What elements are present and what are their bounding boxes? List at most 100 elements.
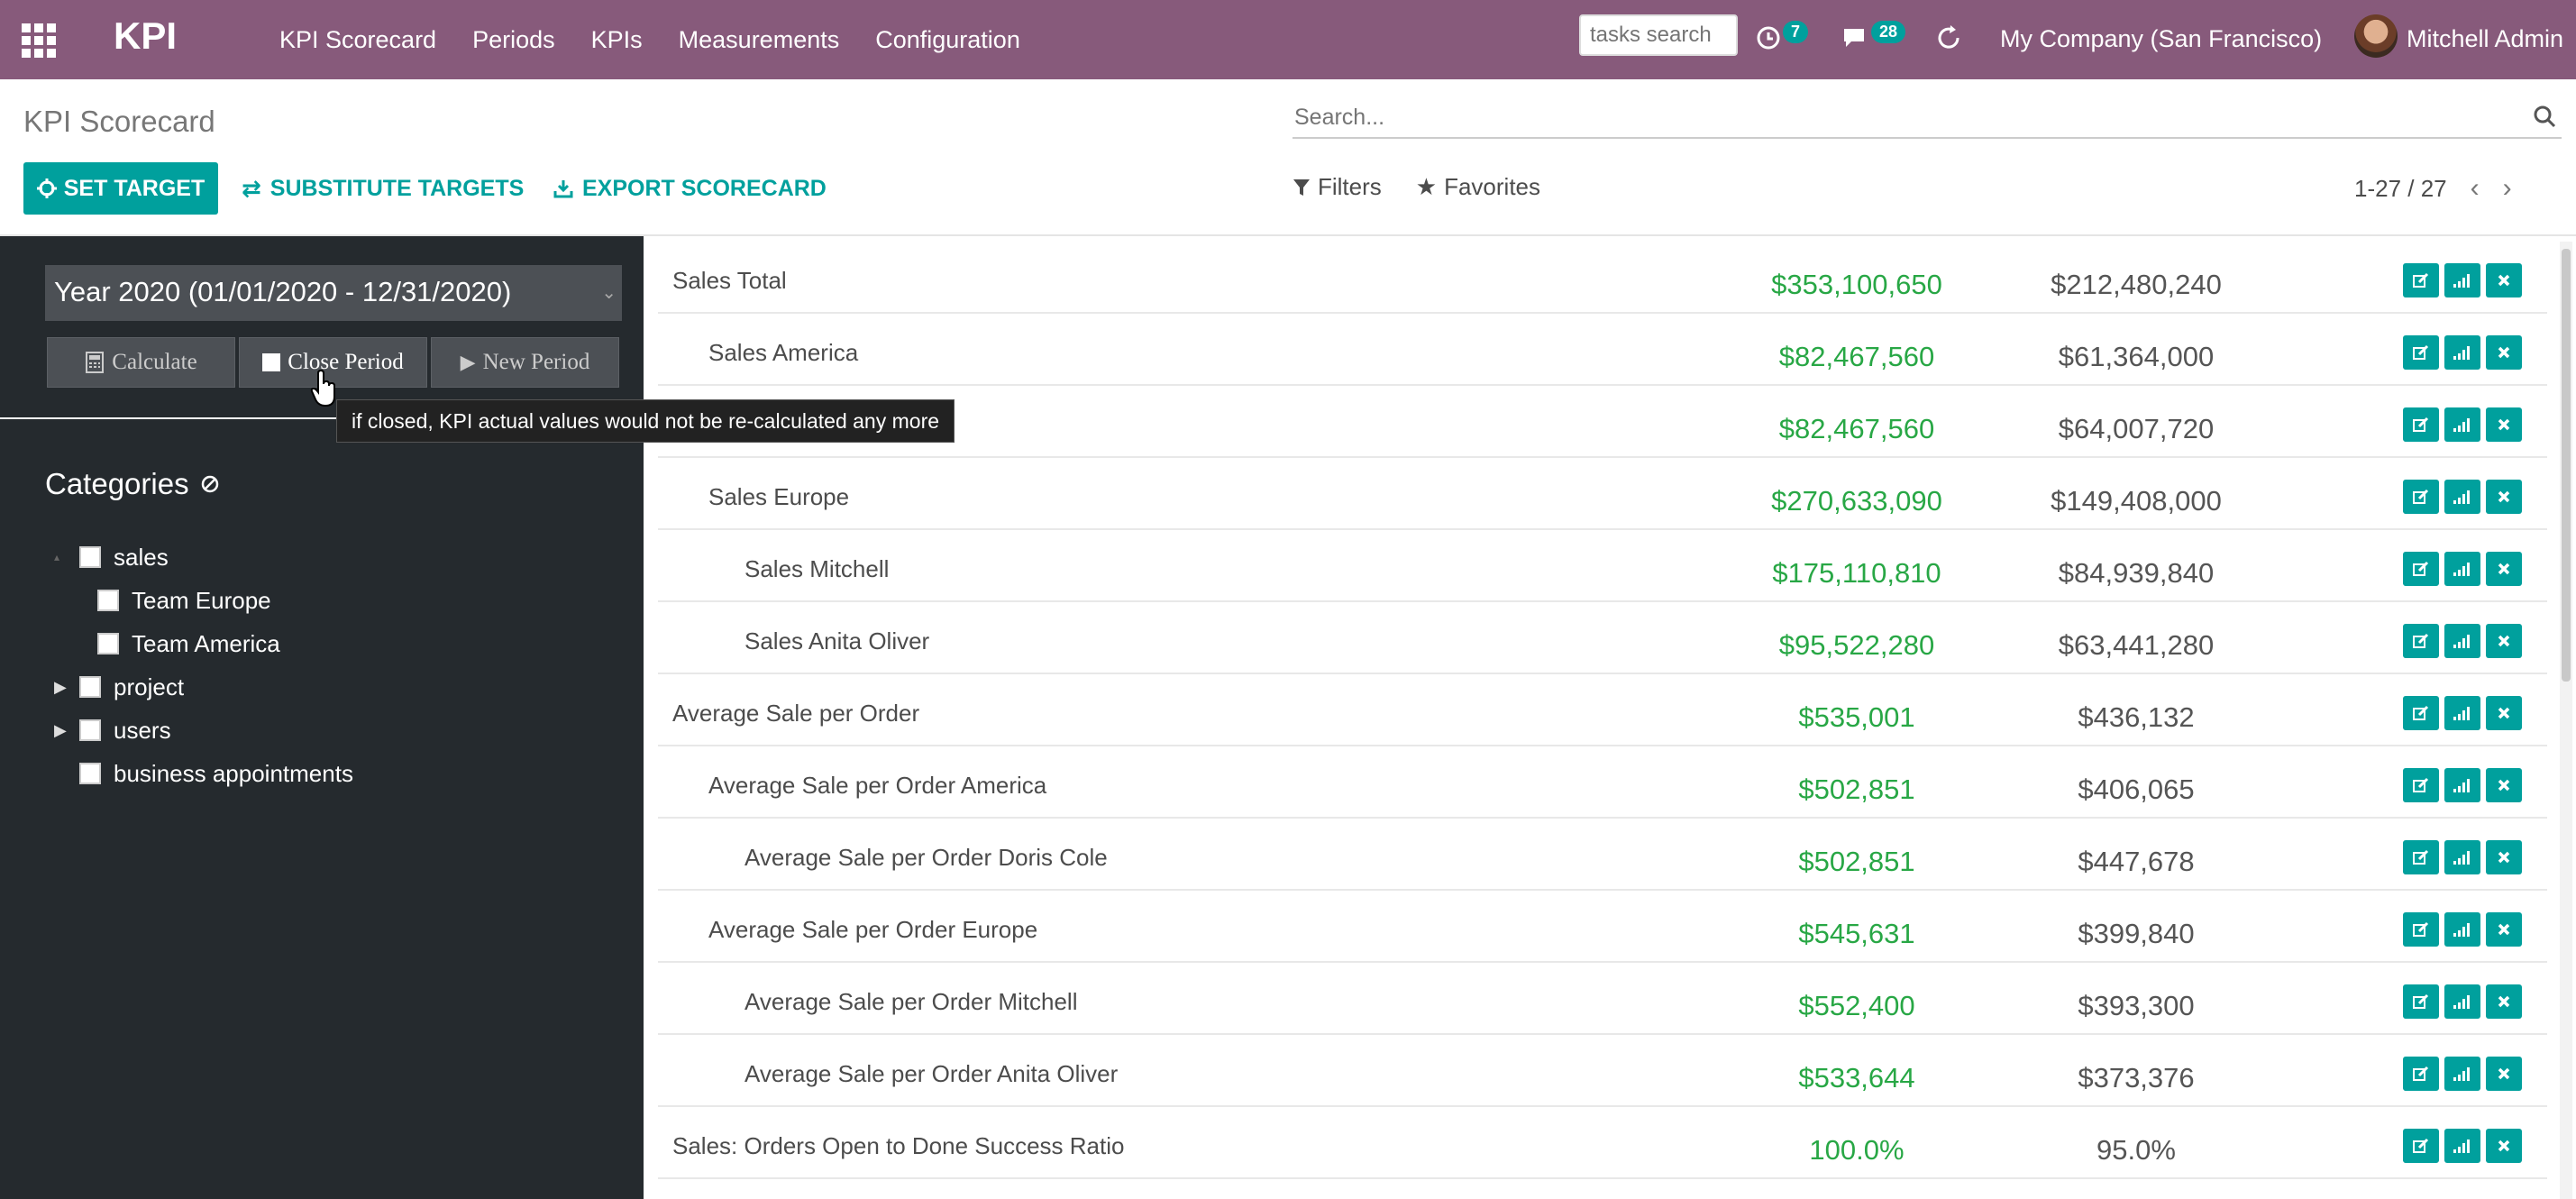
- edit-icon[interactable]: [2403, 407, 2439, 442]
- delete-icon[interactable]: [2486, 480, 2522, 514]
- table-row[interactable]: Sales America $82,467,560 $61,364,000: [658, 314, 2547, 386]
- favorites-toggle[interactable]: ★ Favorites: [1416, 173, 1540, 201]
- edit-icon[interactable]: [2403, 552, 2439, 586]
- delete-icon[interactable]: [2486, 912, 2522, 947]
- signal-chart-icon[interactable]: [2444, 696, 2480, 730]
- signal-chart-icon[interactable]: [2444, 840, 2480, 874]
- edit-icon[interactable]: [2403, 1057, 2439, 1091]
- search-input[interactable]: [1293, 99, 2500, 135]
- kpi-target-value: $149,408,000: [2051, 485, 2222, 517]
- edit-icon[interactable]: [2403, 624, 2439, 658]
- pager-value[interactable]: 1-27 / 27: [2354, 175, 2447, 203]
- table-row[interactable]: Sales Anita Oliver $95,522,280 $63,441,280: [658, 602, 2547, 674]
- kpi-actual-value: $353,100,650: [1771, 269, 1942, 300]
- clear-filter-icon[interactable]: [200, 474, 220, 494]
- substitute-targets-button[interactable]: ⇄ SUBSTITUTE TARGETS: [242, 162, 524, 215]
- delete-icon[interactable]: [2486, 335, 2522, 370]
- delete-icon[interactable]: [2486, 263, 2522, 297]
- delete-icon[interactable]: [2486, 1057, 2522, 1091]
- delete-icon[interactable]: [2486, 1129, 2522, 1163]
- category-business-appointments[interactable]: business appointments: [54, 752, 353, 795]
- delete-icon[interactable]: [2486, 552, 2522, 586]
- table-row[interactable]: Average Sale per Order Anita Oliver $533,…: [658, 1035, 2547, 1107]
- category-team-america[interactable]: Team America: [54, 622, 353, 665]
- edit-icon[interactable]: [2403, 480, 2439, 514]
- edit-icon[interactable]: [2403, 696, 2439, 730]
- category-checkbox[interactable]: [97, 590, 119, 611]
- delete-icon[interactable]: [2486, 984, 2522, 1019]
- signal-chart-icon[interactable]: [2444, 480, 2480, 514]
- menu-kpi-scorecard[interactable]: KPI Scorecard: [279, 26, 436, 54]
- menu-measurements[interactable]: Measurements: [679, 26, 840, 54]
- table-row[interactable]: Average Sale per Order Mitchell $552,400 $…: [658, 963, 2547, 1035]
- scrollbar-thumb[interactable]: [2562, 249, 2571, 682]
- signal-chart-icon[interactable]: [2444, 263, 2480, 297]
- category-checkbox[interactable]: [79, 763, 101, 784]
- period-select[interactable]: Year 2020 (01/01/2020 - 12/31/2020) ⌄: [45, 265, 622, 321]
- user-avatar[interactable]: [2354, 14, 2398, 58]
- edit-icon[interactable]: [2403, 912, 2439, 947]
- tasks-search-input[interactable]: [1579, 14, 1738, 56]
- table-row[interactable]: Sales Total $353,100,650 $212,480,240: [658, 242, 2547, 314]
- signal-chart-icon[interactable]: [2444, 552, 2480, 586]
- table-row[interactable]: Sales Europe $270,633,090 $149,408,000: [658, 458, 2547, 530]
- category-checkbox[interactable]: [79, 546, 101, 568]
- export-scorecard-button[interactable]: EXPORT SCORECARD: [553, 162, 827, 215]
- edit-icon[interactable]: [2403, 263, 2439, 297]
- category-checkbox[interactable]: [79, 719, 101, 741]
- table-row[interactable]: Average Sale per Order America $502,851 $4…: [658, 746, 2547, 819]
- pager-next-icon[interactable]: ›: [2503, 173, 2512, 204]
- edit-icon[interactable]: [2403, 840, 2439, 874]
- menu-configuration[interactable]: Configuration: [875, 26, 1020, 54]
- category-sales[interactable]: ▴ sales: [54, 535, 353, 579]
- calculate-button[interactable]: Calculate: [47, 337, 235, 388]
- expand-icon[interactable]: ▶: [54, 721, 79, 740]
- category-project[interactable]: ▶ project: [54, 665, 353, 709]
- category-checkbox[interactable]: [79, 676, 101, 698]
- activity-button[interactable]: 7: [1756, 20, 1809, 56]
- delete-icon[interactable]: [2486, 624, 2522, 658]
- category-users[interactable]: ▶ users: [54, 709, 353, 752]
- edit-icon[interactable]: [2403, 768, 2439, 802]
- signal-chart-icon[interactable]: [2444, 912, 2480, 947]
- delete-icon[interactable]: [2486, 840, 2522, 874]
- set-target-button[interactable]: SET TARGET: [23, 162, 218, 215]
- table-row[interactable]: Sales: Orders Open to Done Success Ratio…: [658, 1107, 2547, 1179]
- edit-icon[interactable]: [2403, 335, 2439, 370]
- delete-icon[interactable]: [2486, 768, 2522, 802]
- signal-chart-icon[interactable]: [2444, 407, 2480, 442]
- row-actions: [2403, 480, 2522, 514]
- signal-chart-icon[interactable]: [2444, 624, 2480, 658]
- crosshair-icon: [36, 178, 57, 198]
- edit-icon[interactable]: [2403, 1129, 2439, 1163]
- signal-chart-icon[interactable]: [2444, 1129, 2480, 1163]
- delete-icon[interactable]: [2486, 407, 2522, 442]
- filters-toggle[interactable]: Filters: [1293, 173, 1382, 201]
- company-switcher[interactable]: My Company (San Francisco): [2000, 25, 2322, 53]
- table-row[interactable]: Sales Mitchell $175,110,810 $84,939,840: [658, 530, 2547, 602]
- app-brand[interactable]: KPI: [114, 14, 177, 58]
- messages-button[interactable]: 28: [1841, 20, 1906, 56]
- edit-icon[interactable]: [2403, 984, 2439, 1019]
- signal-chart-icon[interactable]: [2444, 1057, 2480, 1091]
- table-row[interactable]: Average Sale per Order Europe $545,631 $39…: [658, 891, 2547, 963]
- refresh-button[interactable]: [1934, 20, 1963, 56]
- apps-menu-icon[interactable]: [22, 23, 56, 58]
- expand-icon[interactable]: ▶: [54, 678, 79, 697]
- table-row[interactable]: Average Sale per Order $535,001 $436,132: [658, 674, 2547, 746]
- menu-kpis[interactable]: KPIs: [591, 26, 643, 54]
- user-menu[interactable]: Mitchell Admin: [2407, 25, 2563, 53]
- signal-chart-icon[interactable]: [2444, 768, 2480, 802]
- category-team-europe[interactable]: Team Europe: [54, 579, 353, 622]
- pager-previous-icon[interactable]: ‹: [2471, 173, 2480, 204]
- collapse-icon[interactable]: ▴: [54, 551, 79, 563]
- menu-periods[interactable]: Periods: [472, 26, 555, 54]
- delete-icon[interactable]: [2486, 696, 2522, 730]
- search-icon[interactable]: [2533, 105, 2556, 128]
- table-scrollbar[interactable]: [2560, 242, 2572, 1199]
- table-row[interactable]: Average Sale per Order Doris Cole $502,85…: [658, 819, 2547, 891]
- category-checkbox[interactable]: [97, 633, 119, 654]
- signal-chart-icon[interactable]: [2444, 335, 2480, 370]
- new-period-button[interactable]: ▶ New Period: [431, 337, 619, 388]
- signal-chart-icon[interactable]: [2444, 984, 2480, 1019]
